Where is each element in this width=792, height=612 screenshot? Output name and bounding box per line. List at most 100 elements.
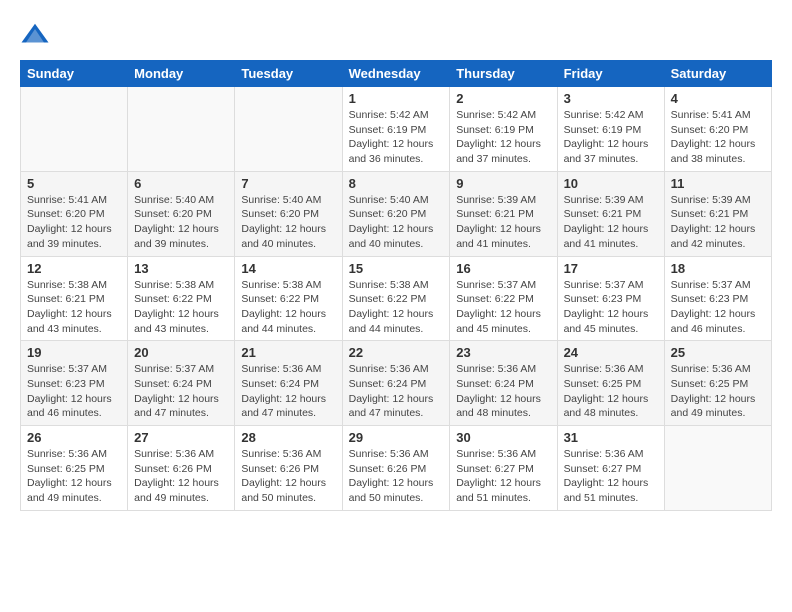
day-info: Sunrise: 5:36 AM Sunset: 6:25 PM Dayligh… bbox=[27, 447, 121, 506]
day-number: 19 bbox=[27, 345, 121, 360]
day-number: 31 bbox=[564, 430, 658, 445]
calendar-header-row: SundayMondayTuesdayWednesdayThursdayFrid… bbox=[21, 61, 772, 87]
day-number: 22 bbox=[349, 345, 444, 360]
calendar-cell: 16 Sunrise: 5:37 AM Sunset: 6:22 PM Dayli… bbox=[450, 256, 557, 341]
header-friday: Friday bbox=[557, 61, 664, 87]
calendar-cell: 24 Sunrise: 5:36 AM Sunset: 6:25 PM Dayli… bbox=[557, 341, 664, 426]
calendar-cell: 29 Sunrise: 5:36 AM Sunset: 6:26 PM Dayli… bbox=[342, 426, 450, 511]
day-info: Sunrise: 5:38 AM Sunset: 6:22 PM Dayligh… bbox=[349, 278, 444, 337]
calendar-cell: 31Sunrise: 5:36 AM Sunset: 6:27 PM Dayli… bbox=[557, 426, 664, 511]
calendar-table: SundayMondayTuesdayWednesdayThursdayFrid… bbox=[20, 60, 772, 511]
day-number: 29 bbox=[349, 430, 444, 445]
day-info: Sunrise: 5:40 AM Sunset: 6:20 PM Dayligh… bbox=[241, 193, 335, 252]
calendar-cell: 14Sunrise: 5:38 AM Sunset: 6:22 PM Dayli… bbox=[235, 256, 342, 341]
day-number: 13 bbox=[134, 261, 228, 276]
day-number: 24 bbox=[564, 345, 658, 360]
calendar-cell: 9 Sunrise: 5:39 AM Sunset: 6:21 PM Daylig… bbox=[450, 171, 557, 256]
day-number: 7 bbox=[241, 176, 335, 191]
day-info: Sunrise: 5:42 AM Sunset: 6:19 PM Dayligh… bbox=[456, 108, 550, 167]
day-info: Sunrise: 5:37 AM Sunset: 6:24 PM Dayligh… bbox=[134, 362, 228, 421]
day-number: 3 bbox=[564, 91, 658, 106]
calendar-cell: 15 Sunrise: 5:38 AM Sunset: 6:22 PM Dayli… bbox=[342, 256, 450, 341]
calendar-cell: 27Sunrise: 5:36 AM Sunset: 6:26 PM Dayli… bbox=[128, 426, 235, 511]
day-info: Sunrise: 5:41 AM Sunset: 6:20 PM Dayligh… bbox=[27, 193, 121, 252]
calendar-cell: 25 Sunrise: 5:36 AM Sunset: 6:25 PM Dayli… bbox=[664, 341, 771, 426]
day-info: Sunrise: 5:42 AM Sunset: 6:19 PM Dayligh… bbox=[564, 108, 658, 167]
calendar-cell: 2 Sunrise: 5:42 AM Sunset: 6:19 PM Daylig… bbox=[450, 87, 557, 172]
day-number: 5 bbox=[27, 176, 121, 191]
day-number: 12 bbox=[27, 261, 121, 276]
day-number: 26 bbox=[27, 430, 121, 445]
day-info: Sunrise: 5:37 AM Sunset: 6:23 PM Dayligh… bbox=[27, 362, 121, 421]
header-thursday: Thursday bbox=[450, 61, 557, 87]
day-number: 2 bbox=[456, 91, 550, 106]
calendar-cell: 7 Sunrise: 5:40 AM Sunset: 6:20 PM Daylig… bbox=[235, 171, 342, 256]
calendar-cell: 12 Sunrise: 5:38 AM Sunset: 6:21 PM Dayli… bbox=[21, 256, 128, 341]
day-info: Sunrise: 5:42 AM Sunset: 6:19 PM Dayligh… bbox=[349, 108, 444, 167]
calendar-week-row: 5 Sunrise: 5:41 AM Sunset: 6:20 PM Daylig… bbox=[21, 171, 772, 256]
day-info: Sunrise: 5:36 AM Sunset: 6:25 PM Dayligh… bbox=[671, 362, 765, 421]
day-info: Sunrise: 5:36 AM Sunset: 6:24 PM Dayligh… bbox=[349, 362, 444, 421]
calendar-cell: 23Sunrise: 5:36 AM Sunset: 6:24 PM Dayli… bbox=[450, 341, 557, 426]
calendar-week-row: 1Sunrise: 5:42 AM Sunset: 6:19 PM Daylig… bbox=[21, 87, 772, 172]
day-number: 20 bbox=[134, 345, 228, 360]
header-sunday: Sunday bbox=[21, 61, 128, 87]
day-info: Sunrise: 5:38 AM Sunset: 6:22 PM Dayligh… bbox=[241, 278, 335, 337]
day-info: Sunrise: 5:40 AM Sunset: 6:20 PM Dayligh… bbox=[134, 193, 228, 252]
calendar-cell bbox=[128, 87, 235, 172]
calendar-cell: 1Sunrise: 5:42 AM Sunset: 6:19 PM Daylig… bbox=[342, 87, 450, 172]
calendar-cell: 22 Sunrise: 5:36 AM Sunset: 6:24 PM Dayli… bbox=[342, 341, 450, 426]
day-info: Sunrise: 5:41 AM Sunset: 6:20 PM Dayligh… bbox=[671, 108, 765, 167]
calendar-cell: 19 Sunrise: 5:37 AM Sunset: 6:23 PM Dayli… bbox=[21, 341, 128, 426]
calendar-cell: 5 Sunrise: 5:41 AM Sunset: 6:20 PM Daylig… bbox=[21, 171, 128, 256]
day-number: 23 bbox=[456, 345, 550, 360]
day-info: Sunrise: 5:37 AM Sunset: 6:23 PM Dayligh… bbox=[564, 278, 658, 337]
day-info: Sunrise: 5:38 AM Sunset: 6:21 PM Dayligh… bbox=[27, 278, 121, 337]
calendar-cell: 26 Sunrise: 5:36 AM Sunset: 6:25 PM Dayli… bbox=[21, 426, 128, 511]
calendar-cell: 20 Sunrise: 5:37 AM Sunset: 6:24 PM Dayli… bbox=[128, 341, 235, 426]
header-monday: Monday bbox=[128, 61, 235, 87]
day-info: Sunrise: 5:36 AM Sunset: 6:27 PM Dayligh… bbox=[456, 447, 550, 506]
logo bbox=[20, 20, 54, 50]
calendar-cell bbox=[21, 87, 128, 172]
day-number: 8 bbox=[349, 176, 444, 191]
day-number: 30 bbox=[456, 430, 550, 445]
calendar-cell: 4Sunrise: 5:41 AM Sunset: 6:20 PM Daylig… bbox=[664, 87, 771, 172]
day-info: Sunrise: 5:39 AM Sunset: 6:21 PM Dayligh… bbox=[671, 193, 765, 252]
day-info: Sunrise: 5:36 AM Sunset: 6:25 PM Dayligh… bbox=[564, 362, 658, 421]
day-number: 28 bbox=[241, 430, 335, 445]
header-saturday: Saturday bbox=[664, 61, 771, 87]
calendar-week-row: 19 Sunrise: 5:37 AM Sunset: 6:23 PM Dayli… bbox=[21, 341, 772, 426]
day-info: Sunrise: 5:36 AM Sunset: 6:26 PM Dayligh… bbox=[349, 447, 444, 506]
calendar-cell: 11 Sunrise: 5:39 AM Sunset: 6:21 PM Dayli… bbox=[664, 171, 771, 256]
calendar-cell: 10Sunrise: 5:39 AM Sunset: 6:21 PM Dayli… bbox=[557, 171, 664, 256]
day-number: 16 bbox=[456, 261, 550, 276]
calendar-week-row: 26 Sunrise: 5:36 AM Sunset: 6:25 PM Dayli… bbox=[21, 426, 772, 511]
day-number: 25 bbox=[671, 345, 765, 360]
day-info: Sunrise: 5:39 AM Sunset: 6:21 PM Dayligh… bbox=[456, 193, 550, 252]
day-number: 11 bbox=[671, 176, 765, 191]
day-info: Sunrise: 5:39 AM Sunset: 6:21 PM Dayligh… bbox=[564, 193, 658, 252]
day-info: Sunrise: 5:38 AM Sunset: 6:22 PM Dayligh… bbox=[134, 278, 228, 337]
day-number: 15 bbox=[349, 261, 444, 276]
header-wednesday: Wednesday bbox=[342, 61, 450, 87]
calendar-cell: 3 Sunrise: 5:42 AM Sunset: 6:19 PM Daylig… bbox=[557, 87, 664, 172]
calendar-cell: 8 Sunrise: 5:40 AM Sunset: 6:20 PM Daylig… bbox=[342, 171, 450, 256]
day-info: Sunrise: 5:36 AM Sunset: 6:24 PM Dayligh… bbox=[241, 362, 335, 421]
calendar-cell: 17 Sunrise: 5:37 AM Sunset: 6:23 PM Dayli… bbox=[557, 256, 664, 341]
logo-icon bbox=[20, 20, 50, 50]
calendar-cell bbox=[664, 426, 771, 511]
header-tuesday: Tuesday bbox=[235, 61, 342, 87]
calendar-cell: 18Sunrise: 5:37 AM Sunset: 6:23 PM Dayli… bbox=[664, 256, 771, 341]
day-number: 9 bbox=[456, 176, 550, 191]
calendar-week-row: 12 Sunrise: 5:38 AM Sunset: 6:21 PM Dayli… bbox=[21, 256, 772, 341]
day-number: 17 bbox=[564, 261, 658, 276]
day-number: 27 bbox=[134, 430, 228, 445]
day-info: Sunrise: 5:37 AM Sunset: 6:22 PM Dayligh… bbox=[456, 278, 550, 337]
day-info: Sunrise: 5:40 AM Sunset: 6:20 PM Dayligh… bbox=[349, 193, 444, 252]
day-number: 18 bbox=[671, 261, 765, 276]
day-number: 21 bbox=[241, 345, 335, 360]
calendar-cell: 28 Sunrise: 5:36 AM Sunset: 6:26 PM Dayli… bbox=[235, 426, 342, 511]
day-number: 6 bbox=[134, 176, 228, 191]
day-info: Sunrise: 5:36 AM Sunset: 6:26 PM Dayligh… bbox=[241, 447, 335, 506]
